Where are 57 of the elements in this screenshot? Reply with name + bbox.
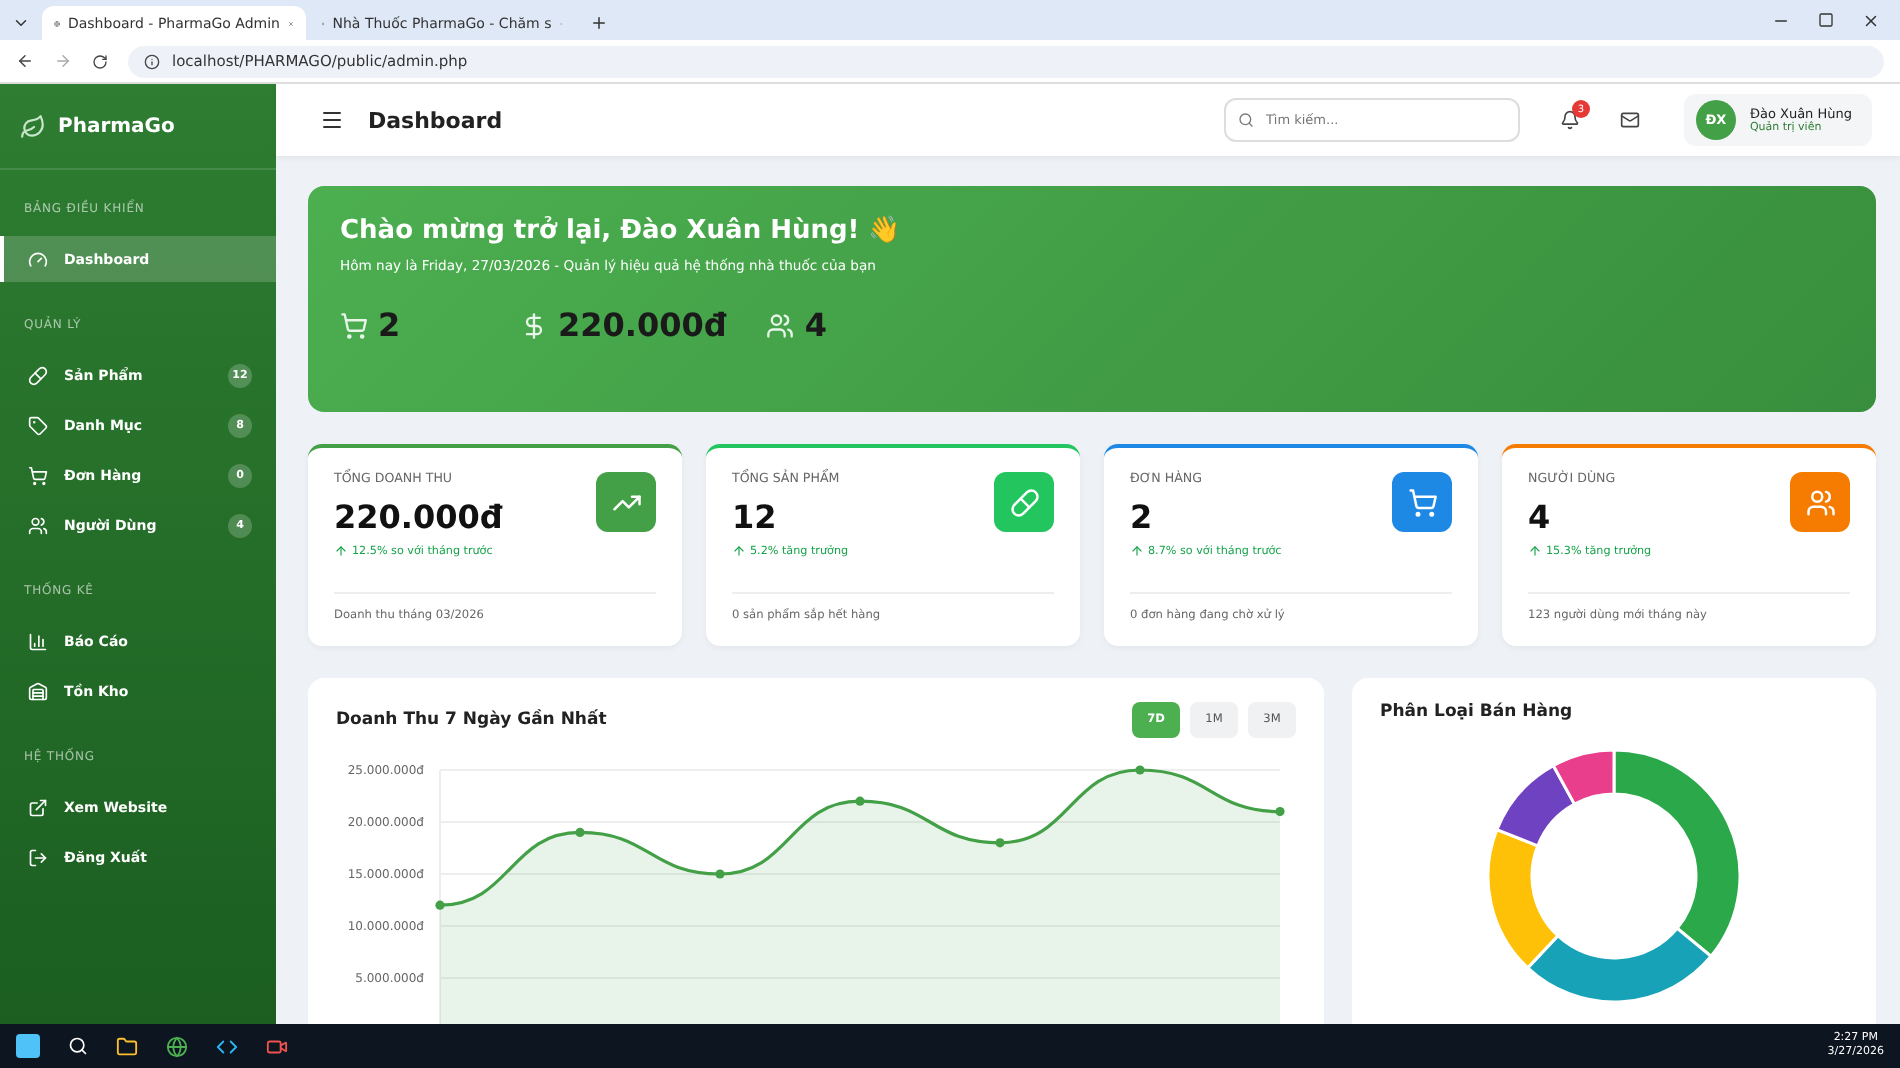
dollar-icon — [520, 311, 548, 339]
stat-value: 2 — [378, 306, 401, 344]
card-value: 220.000đ — [334, 498, 503, 536]
chart-title: Doanh Thu 7 Ngày Gần Nhất — [336, 710, 607, 730]
warehouse-icon — [28, 681, 48, 701]
page-title: Dashboard — [368, 107, 505, 133]
data-point — [715, 869, 725, 879]
users-icon — [28, 515, 48, 535]
users-icon — [1790, 472, 1850, 532]
logout-icon — [28, 847, 48, 867]
welcome-title: Chào mừng trở lại, Đào Xuân Hùng! 👋 — [340, 214, 903, 246]
info-icon — [144, 53, 160, 69]
stat-value: 220.000đ — [558, 306, 727, 344]
trend-chart-icon — [596, 472, 656, 532]
maximize-icon — [1818, 12, 1834, 28]
arrow-up-icon — [334, 544, 348, 558]
stat-value: 4 — [804, 306, 827, 344]
data-point — [855, 796, 865, 806]
cart-icon — [28, 465, 48, 485]
external-link-icon — [28, 797, 48, 817]
bell-icon — [1559, 110, 1580, 130]
card-value: 4 — [1528, 498, 1553, 536]
data-point — [995, 838, 1005, 848]
data-point — [435, 900, 445, 910]
card-value: 2 — [1130, 498, 1155, 536]
back-arrow-icon — [16, 52, 34, 70]
code-editor-icon — [216, 1035, 238, 1057]
tag-icon — [28, 415, 48, 435]
pill-icon — [28, 365, 48, 385]
browser-icon — [166, 1035, 188, 1057]
cart-icon — [1392, 472, 1452, 532]
search-icon — [1237, 112, 1254, 128]
bar-chart-icon — [28, 631, 48, 651]
menu-icon — [320, 108, 344, 132]
data-point — [1135, 765, 1145, 775]
arrow-up-icon — [1528, 544, 1542, 558]
arrow-up-icon — [1130, 544, 1144, 558]
brand-name: PharmaGo — [58, 115, 175, 137]
pill-icon — [994, 472, 1054, 532]
chevron-down-icon — [12, 14, 30, 32]
forward-arrow-icon — [54, 52, 72, 70]
video-icon — [266, 1035, 288, 1057]
card-value: 12 — [732, 498, 779, 536]
data-point — [575, 827, 585, 837]
mail-icon — [1619, 110, 1640, 130]
folder-icon — [116, 1035, 138, 1057]
gauge-icon — [28, 249, 48, 269]
search-icon — [68, 1036, 88, 1056]
cart-icon — [340, 311, 368, 339]
users-icon — [766, 311, 795, 339]
plus-icon — [590, 14, 608, 32]
reload-icon — [92, 53, 108, 69]
windows-start-icon[interactable] — [16, 1034, 40, 1058]
leaf-icon — [20, 113, 46, 139]
chart-title: Phân Loại Bán Hàng — [1380, 702, 1575, 722]
arrow-up-icon — [732, 544, 746, 558]
data-point — [1275, 807, 1285, 817]
